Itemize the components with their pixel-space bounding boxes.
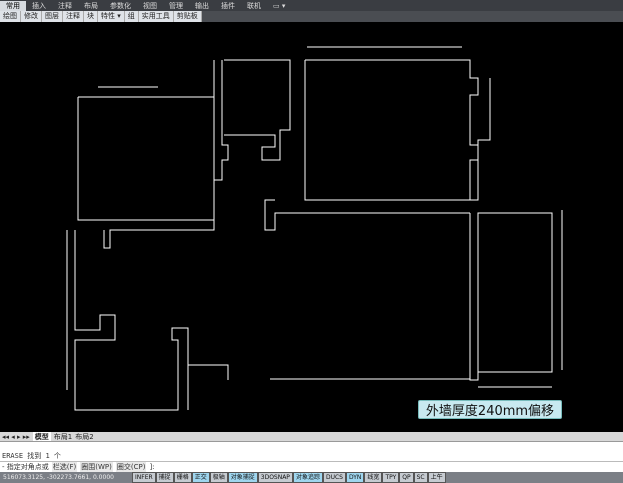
tab-nav-arrows[interactable]: ◂◂ ◂ ▸ ▸▸ — [2, 433, 30, 441]
ribbon-panels: 绘图 修改 图层 注释块特性 ▾ 组实用工具 剪贴板 — [0, 11, 623, 22]
menu-tab-9[interactable]: 联机 — [241, 1, 267, 11]
ribbon-panel-1[interactable]: 修改 — [21, 11, 42, 22]
menu-tab-3[interactable]: 布局 — [78, 1, 104, 11]
ribbon-panel-5[interactable]: 特性 ▾ — [98, 11, 125, 22]
status-toggle-正交[interactable]: 正交 — [191, 472, 210, 483]
status-toggle-tpy[interactable]: TPY — [382, 472, 400, 483]
status-toggle-qp[interactable]: QP — [399, 472, 414, 483]
tab-layout1[interactable]: 布局1 — [54, 432, 72, 442]
ribbon-panel-4[interactable]: 块 — [84, 11, 98, 22]
status-toggle-捕捉[interactable]: 捕捉 — [155, 472, 174, 483]
command-history: ERASE 找到 1 个 — [2, 452, 61, 460]
menu-tab-7[interactable]: 输出 — [189, 1, 215, 11]
status-toggle-dyn[interactable]: DYN — [345, 472, 365, 483]
ribbon-panel-2[interactable]: 图层 — [42, 11, 63, 22]
status-toggle-ducs[interactable]: DUCS — [322, 472, 346, 483]
menu-tab-8[interactable]: 插件 — [215, 1, 241, 11]
status-toggle-对象追踪[interactable]: 对象追踪 — [292, 472, 323, 483]
status-toggle-线宽[interactable]: 线宽 — [364, 472, 383, 483]
command-prompt: - 指定对角点或 — [2, 463, 49, 471]
status-toggle-3dosnap[interactable]: 3DOSNAP — [257, 472, 293, 483]
option-cpolygon[interactable]: 圈交(CP) — [115, 462, 147, 472]
menu-tab-1[interactable]: 插入 — [26, 1, 52, 11]
status-toggle-sc[interactable]: SC — [413, 472, 428, 483]
status-bar: 516073.3125, -302273.7661, 0.0000 INFER 捕… — [0, 472, 623, 483]
ribbon-panel-7[interactable]: 实用工具 — [139, 11, 174, 22]
menu-tab-4[interactable]: 参数化 — [104, 1, 137, 11]
annotation-label: 外墙厚度240mm偏移 — [418, 400, 562, 419]
menu-bar: 常用 插入 注释 布局 参数化 视图 管理 输出 插件 联机 ▭ ▾ — [0, 0, 623, 11]
drawing-canvas[interactable] — [0, 22, 623, 432]
status-toggle-上午[interactable]: 上午 — [427, 472, 446, 483]
layout-tabs: ◂◂ ◂ ▸ ▸▸ 模型 布局1 布局2 — [0, 431, 623, 442]
ribbon-panel-6[interactable]: 组 — [125, 11, 139, 22]
status-toggle-infer[interactable]: INFER — [132, 472, 156, 483]
menu-tab-5[interactable]: 视图 — [137, 1, 163, 11]
floor-plan — [66, 46, 563, 411]
tab-layout2[interactable]: 布局2 — [75, 432, 93, 442]
menu-tab-6[interactable]: 管理 — [163, 1, 189, 11]
menu-tab-10[interactable]: ▭ ▾ — [267, 2, 291, 10]
ribbon-panel-0[interactable]: 绘图 — [0, 11, 21, 22]
option-wpolygon[interactable]: 圈围(WP) — [80, 462, 113, 472]
tab-model[interactable]: 模型 — [32, 431, 51, 442]
option-fence[interactable]: 栏选(F) — [51, 462, 78, 472]
ribbon-panel-3[interactable]: 注释 — [63, 11, 84, 22]
status-toggle-对象捕捉[interactable]: 对象捕捉 — [227, 472, 258, 483]
coordinates-readout: 516073.3125, -302273.7661, 0.0000 — [3, 474, 114, 481]
command-suffix: ]: — [149, 463, 155, 471]
ribbon-panel-8[interactable]: 剪贴板 — [174, 11, 202, 22]
command-window: ERASE 找到 1 个 - 指定对角点或 栏选(F) 圈围(WP) 圈交(CP… — [0, 441, 623, 472]
status-toggle-极轴[interactable]: 极轴 — [209, 472, 228, 483]
command-line[interactable]: - 指定对角点或 栏选(F) 圈围(WP) 圈交(CP) ]: — [0, 461, 623, 472]
menu-tab-2[interactable]: 注释 — [52, 1, 78, 11]
menu-tab-0[interactable]: 常用 — [0, 0, 26, 11]
status-toggle-栅格[interactable]: 栅格 — [173, 472, 192, 483]
